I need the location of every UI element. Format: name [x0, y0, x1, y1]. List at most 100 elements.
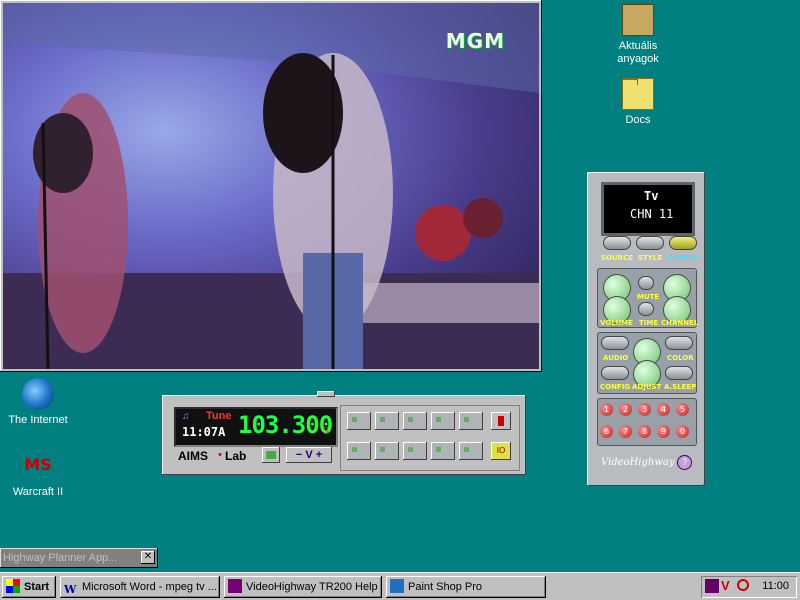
config-label: CONFIG: [600, 383, 631, 391]
task-videohighway-help[interactable]: VideoHighway TR200 Help: [224, 576, 382, 598]
close-icon[interactable]: ✕: [141, 551, 155, 564]
style-label: STYLE: [638, 254, 663, 262]
number-button[interactable]: 2: [619, 403, 632, 416]
volume-plus-icon[interactable]: +: [316, 449, 322, 461]
a-sleep-button[interactable]: [665, 366, 693, 380]
mute-button[interactable]: [638, 276, 654, 290]
desktop-icon-warcraft[interactable]: MS Warcraft II: [0, 450, 76, 499]
power-button[interactable]: [669, 236, 697, 250]
desktop-icon-the-internet[interactable]: The Internet: [0, 378, 76, 427]
help-icon[interactable]: ?: [677, 455, 692, 470]
preset-button[interactable]: [375, 412, 399, 430]
volume-minus-icon[interactable]: −: [296, 449, 302, 461]
radio-panel[interactable]: ♫ Tune 11:07A 103.300 3 AIMS • Lab − V +…: [162, 391, 526, 475]
preset-button[interactable]: [431, 442, 455, 460]
remote-display: Tv CHN 11: [601, 182, 695, 236]
video-frame: MGM: [3, 3, 539, 369]
display-channel: CHN 11: [630, 207, 674, 221]
minimized-window-title: Highway Planner App...: [3, 552, 118, 564]
paint-shop-icon: [390, 579, 404, 593]
tune-label: Tune: [206, 410, 232, 422]
volume-label: V: [305, 449, 313, 461]
source-label: SOURCE: [601, 254, 633, 262]
record-button[interactable]: [491, 412, 511, 430]
desktop-icon-label: The Internet: [8, 414, 68, 426]
number-button[interactable]: 6: [600, 425, 613, 438]
radio-time: 11:07A: [182, 425, 226, 439]
audio-button[interactable]: [601, 336, 629, 350]
preset-button[interactable]: [347, 442, 371, 460]
desktop-icon-label: Warcraft II: [12, 486, 64, 498]
warcraft-icon: MS: [24, 455, 52, 474]
preset-button[interactable]: [459, 412, 483, 430]
volume-control[interactable]: − V +: [286, 447, 332, 463]
globe-icon: [22, 378, 54, 410]
system-tray: V 11:00: [701, 576, 797, 598]
desktop-icon-label: Docs: [625, 114, 651, 126]
desktop-icon-label: Aktuális anyagok: [617, 40, 659, 65]
radio-brand-lab: Lab: [225, 449, 247, 463]
time-button[interactable]: [638, 302, 654, 316]
concert-scene: [3, 3, 539, 369]
music-icon: ♫: [182, 411, 190, 422]
windows-logo-icon: [6, 579, 20, 593]
briefcase-icon: [622, 4, 654, 36]
volume-label: VOLUME: [600, 319, 633, 327]
number-button[interactable]: 9: [657, 425, 670, 438]
preset-button[interactable]: [347, 412, 371, 430]
folder-icon: [622, 78, 654, 110]
clock[interactable]: 11:00: [762, 580, 789, 592]
scan-button[interactable]: [262, 447, 280, 463]
power-label: POWER: [669, 254, 698, 262]
number-button[interactable]: 7: [619, 425, 632, 438]
number-button[interactable]: 8: [638, 425, 651, 438]
start-button[interactable]: Start: [2, 576, 56, 598]
help-book-icon: [228, 579, 242, 593]
time-label: TIME: [639, 319, 659, 327]
preset-button[interactable]: [375, 442, 399, 460]
remote-brand: VideoHighway: [601, 457, 675, 468]
frequency: 103.300: [238, 411, 333, 439]
task-label: Paint Shop Pro: [408, 581, 482, 593]
io-button[interactable]: IO: [491, 442, 511, 460]
minimized-window[interactable]: Highway Planner App... ✕: [0, 548, 158, 568]
source-button[interactable]: [603, 236, 631, 250]
config-button[interactable]: [601, 366, 629, 380]
preset-button[interactable]: [403, 412, 427, 430]
task-label: VideoHighway TR200 Help: [246, 581, 378, 593]
a-sleep-label: A.SLEEP: [664, 383, 697, 391]
radio-display: ♫ Tune 11:07A 103.300 3: [174, 407, 338, 447]
preset-button[interactable]: [459, 442, 483, 460]
tray-no-icon[interactable]: [737, 579, 749, 591]
number-button[interactable]: 0: [676, 425, 689, 438]
number-button[interactable]: 4: [657, 403, 670, 416]
color-label: COLOR: [667, 354, 694, 362]
task-word[interactable]: W Microsoft Word - mpeg tv ...: [60, 576, 220, 598]
panel-handle[interactable]: [317, 391, 335, 397]
display-mode: Tv: [644, 189, 659, 203]
channel-logo: MGM: [445, 29, 505, 53]
number-button[interactable]: 3: [638, 403, 651, 416]
tray-icon[interactable]: [705, 579, 719, 593]
number-button[interactable]: 5: [676, 403, 689, 416]
audio-label: AUDIO: [603, 354, 629, 362]
mute-label: MUTE: [637, 293, 660, 301]
preset-button[interactable]: [431, 412, 455, 430]
adjust-label: ADJUST: [632, 383, 662, 391]
tray-v-icon[interactable]: V: [721, 578, 730, 593]
task-label: Microsoft Word - mpeg tv ...: [82, 581, 217, 593]
desktop-icon-aktualis-anyagok[interactable]: Aktuális anyagok: [600, 4, 676, 66]
taskbar: Start W Microsoft Word - mpeg tv ... Vide…: [0, 572, 800, 600]
tv-remote[interactable]: Tv CHN 11 SOURCE STYLE POWER MUTE VOLUME…: [587, 172, 705, 486]
task-paint-shop-pro[interactable]: Paint Shop Pro: [386, 576, 546, 598]
number-button[interactable]: 1: [600, 403, 613, 416]
style-button[interactable]: [636, 236, 664, 250]
channel-number: 3: [323, 426, 329, 437]
word-icon: W: [64, 583, 77, 596]
preset-area: IO: [340, 405, 520, 471]
video-window[interactable]: MGM: [0, 0, 542, 372]
start-label: Start: [24, 581, 50, 593]
preset-button[interactable]: [403, 442, 427, 460]
color-button[interactable]: [665, 336, 693, 350]
desktop-icon-docs[interactable]: Docs: [600, 78, 676, 127]
